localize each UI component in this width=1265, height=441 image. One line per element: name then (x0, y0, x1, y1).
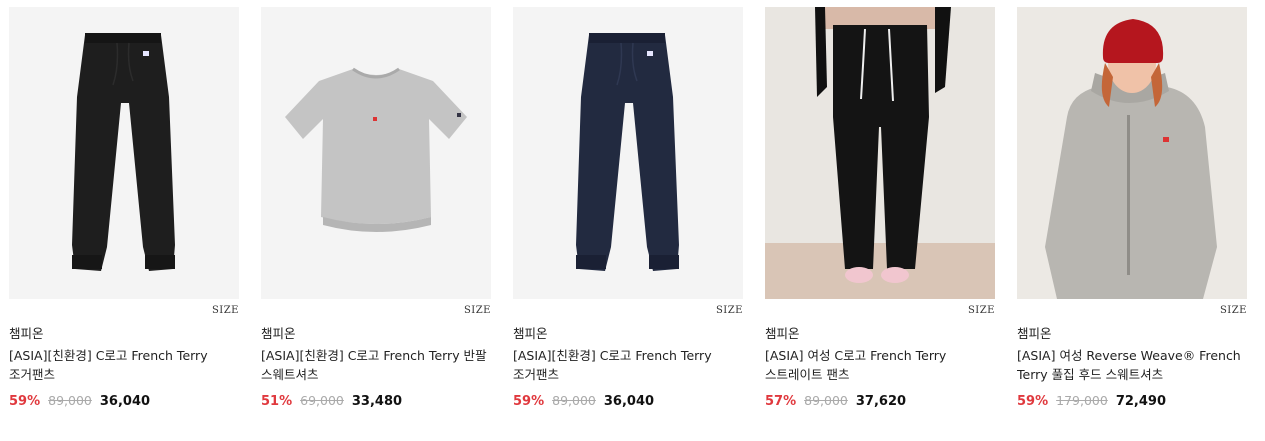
product-grid: SIZE 챔피온 [ASIA][친환경] C로고 French Terry 조거… (9, 7, 1247, 409)
original-price: 89,000 (48, 393, 92, 408)
product-image[interactable] (765, 7, 995, 299)
product-card[interactable]: SIZE 챔피온 [ASIA][친환경] C로고 French Terry 조거… (513, 7, 743, 409)
size-label[interactable]: SIZE (464, 305, 491, 316)
navy-jogger-pants-image (576, 33, 679, 271)
discount-rate: 51% (261, 394, 293, 409)
price-row: 59% 89,000 36,040 (513, 393, 743, 409)
discount-rate: 59% (9, 394, 41, 409)
product-card[interactable]: SIZE 챔피온 [ASIA][친환경] C로고 French Terry 조거… (9, 7, 239, 409)
model-gray-hoodie-image (1017, 7, 1247, 299)
model-black-pants-image (765, 7, 995, 299)
sale-price: 33,480 (351, 394, 403, 409)
product-name[interactable]: [ASIA] 여성 C로고 French Terry 스트레이트 팬츠 (765, 346, 995, 384)
size-label[interactable]: SIZE (968, 305, 995, 316)
product-brand: 챔피온 (765, 326, 800, 341)
product-name[interactable]: [ASIA][친환경] C로고 French Terry 조거팬츠 (9, 346, 239, 384)
original-price: 89,000 (804, 393, 848, 408)
discount-rate: 59% (513, 394, 545, 409)
black-jogger-pants-image (72, 33, 175, 271)
sale-price: 72,490 (1115, 394, 1166, 409)
size-label[interactable]: SIZE (1220, 305, 1247, 316)
price-row: 51% 69,000 33,480 (261, 393, 491, 409)
size-label[interactable]: SIZE (212, 305, 239, 316)
sale-price: 36,040 (603, 394, 655, 409)
price-row: 59% 89,000 36,040 (9, 393, 239, 409)
original-price: 179,000 (1056, 393, 1108, 408)
product-brand: 챔피온 (513, 326, 548, 341)
discount-rate: 59% (1017, 394, 1049, 409)
product-image[interactable] (1017, 7, 1247, 299)
product-brand: 챔피온 (1017, 326, 1052, 341)
price-row: 57% 89,000 37,620 (765, 393, 995, 409)
original-price: 89,000 (552, 393, 596, 408)
size-label[interactable]: SIZE (716, 305, 743, 316)
product-image[interactable] (9, 7, 239, 299)
product-name[interactable]: [ASIA][친환경] C로고 French Terry 조거팬츠 (513, 346, 743, 384)
price-row: 59% 179,000 72,490 (1017, 393, 1247, 409)
discount-rate: 57% (765, 394, 797, 409)
original-price: 69,000 (300, 393, 344, 408)
sale-price: 36,040 (99, 394, 151, 409)
product-image[interactable] (261, 7, 491, 299)
sale-price: 37,620 (855, 394, 907, 409)
product-name[interactable]: [ASIA] 여성 Reverse Weave® French Terry 풀집… (1017, 346, 1247, 384)
gray-sweatshirt-image (285, 67, 467, 232)
product-card[interactable]: SIZE 챔피온 [ASIA] 여성 C로고 French Terry 스트레이… (765, 7, 995, 409)
product-brand: 챔피온 (9, 326, 44, 341)
product-brand: 챔피온 (261, 326, 296, 341)
product-card[interactable]: SIZE 챔피온 [ASIA] 여성 Reverse Weave® French… (1017, 7, 1247, 409)
product-name[interactable]: [ASIA][친환경] C로고 French Terry 반팔 스웨트셔츠 (261, 346, 491, 384)
product-card[interactable]: SIZE 챔피온 [ASIA][친환경] C로고 French Terry 반팔… (261, 7, 491, 409)
product-image[interactable] (513, 7, 743, 299)
